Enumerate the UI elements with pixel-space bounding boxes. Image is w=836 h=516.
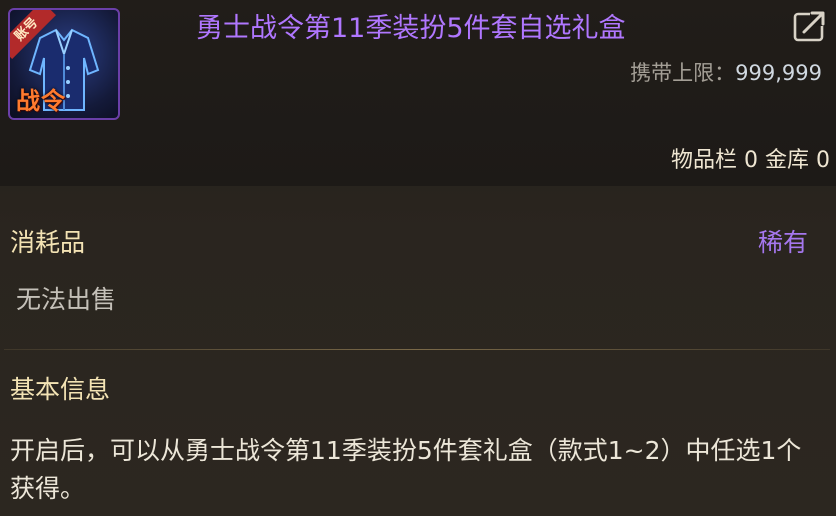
sell-status: 无法出售 — [16, 285, 117, 314]
vault-count: 0 — [816, 148, 830, 173]
storage-counts: 物品栏 0 金库 0 — [671, 146, 830, 176]
inventory-count: 0 — [743, 148, 758, 173]
item-tooltip: 账号 战令 勇士战令第11季装扮5件套自选礼盒 携带上限：999,999 物品栏… — [0, 0, 836, 516]
tooltip-header: 账号 战令 勇士战令第11季装扮5件套自选礼盒 携带上限：999,999 物品栏… — [0, 0, 836, 186]
carry-limit-label: 携带上限： — [630, 61, 736, 85]
vault-label: 金库 — [764, 148, 809, 173]
item-category: 消耗品 — [10, 228, 86, 257]
battle-pass-outfit-icon[interactable]: 账号 战令 — [8, 8, 120, 120]
share-icon[interactable] — [792, 8, 828, 44]
item-description: 开启后，可以从勇士战令第11季装扮5件套礼盒（款式1~2）中任选1个获得。 — [10, 436, 802, 503]
item-title: 勇士战令第11季装扮5件套自选礼盒 — [196, 13, 626, 44]
battle-pass-badge: 战令 — [16, 87, 66, 115]
item-rarity: 稀有 — [757, 228, 808, 257]
basic-info-heading: 基本信息 — [10, 375, 111, 404]
carry-limit: 携带上限：999,999 — [630, 58, 822, 88]
carry-limit-value: 999,999 — [735, 61, 822, 85]
inventory-label: 物品栏 — [670, 148, 737, 173]
section-divider — [4, 349, 830, 350]
